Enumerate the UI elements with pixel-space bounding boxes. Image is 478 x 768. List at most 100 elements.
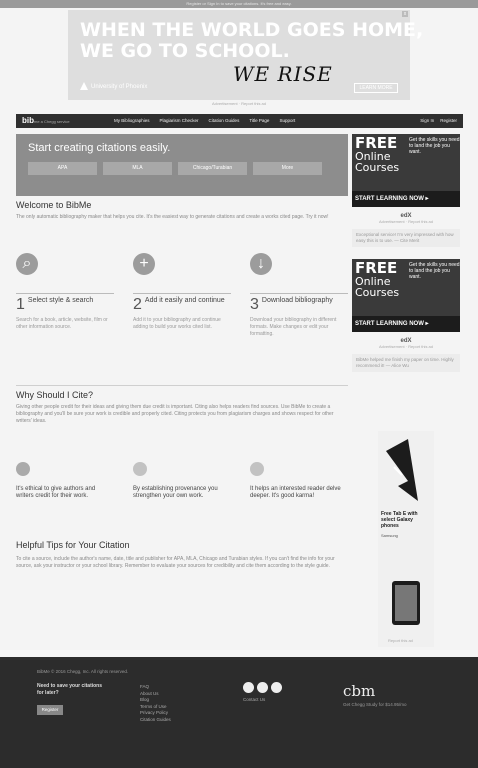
step-label: Select style & search [27,297,94,304]
testimonial-2: BibMe helped me finish my paper on time.… [352,354,460,372]
plus-icon: + [133,253,155,275]
footer-links: FAQ About Us Blog Terms of Use Privacy P… [140,684,171,723]
top-banner-ad[interactable]: x WHEN THE WORLD GOES HOME, WE GO TO SCH… [68,10,423,100]
bibme-logo[interactable]: bibme a Chegg service [22,116,70,125]
step-desc: Download your bibliography in different … [250,317,337,337]
step-3: ↓ 3 Download bibliography Download your … [250,253,348,338]
chegg-promo: Get Chegg Study for $14.95/mo [343,702,407,707]
phone-ad-title: Free Tab E with select Galaxy phones [381,511,418,529]
check-icon [133,462,147,476]
footer-register-button[interactable]: Register [37,705,63,715]
ad-note: Advertisement · Report this ad [378,344,434,349]
ad-cta[interactable]: START LEARNING NOW ▸ [352,191,460,207]
footer-save-prompt: Need to save your citations for later? [37,683,103,696]
footer-link-privacy[interactable]: Privacy Policy [140,710,171,717]
globe-icon [16,462,30,476]
why-item-text: It helps an interested reader delve deep… [250,486,341,499]
style-button-apa[interactable]: APA [28,162,97,175]
ad-note: Advertisement · Report this ad [211,101,267,106]
phone-ad-sub: Samsung [381,533,398,538]
welcome-text: The only automatic bibliography maker th… [16,214,329,220]
style-button-more[interactable]: More [253,162,322,175]
tips-section: Helpful Tips for Your Citation To cite a… [16,540,348,570]
tips-text: To cite a source, include the author's n… [16,556,335,569]
style-buttons: APA MLA Chicago/Turabian More [28,162,322,175]
hero-title: Start creating citations easily. [28,142,171,154]
ad-side-text: Get the skills you need to land the job … [409,137,460,155]
logo-subtext: me a Chegg service [34,119,70,124]
step-label: Add it easily and continue [144,297,225,304]
heart-icon [250,462,264,476]
why-section: Why Should I Cite? Giving other people c… [16,385,348,425]
why-item-3: It helps an interested reader delve deep… [250,462,348,500]
step-label: Download bibliography [261,297,333,304]
sidebar: FREE Online Courses Get the skills you ne… [352,134,460,372]
ad-courses-word: Courses [355,161,400,174]
sidebar-ad-2[interactable]: FREE Online Courses Get the skills you ne… [352,259,460,332]
nav-link-support[interactable]: Support [279,118,295,123]
step-desc: Add it to your bibliography and continue… [133,317,221,330]
ad-side-text: Get the skills you need to land the job … [409,262,460,280]
why-title: Why Should I Cite? [16,390,94,400]
nav-link-plagiarism-checker[interactable]: Plagiarism Checker [160,118,199,123]
contact-link[interactable]: Contact Us [243,697,265,702]
logo-text: bib [22,116,34,125]
ad-headline-line-2: WE GO TO SCHOOL. [80,40,290,62]
nav-link-title-page[interactable]: Title Page [249,118,269,123]
ad-cta[interactable]: START LEARNING NOW ▸ [352,316,460,332]
chegg-logo[interactable]: cbm [343,682,375,700]
welcome-section: Welcome to BibMe The only automatic bibl… [16,200,348,221]
facebook-icon[interactable] [243,682,254,693]
ad-headline-line-1: WHEN THE WORLD GOES HOME, [80,19,424,41]
nav-link-citation-guides[interactable]: Citation Guides [209,118,240,123]
sign-in-link[interactable]: Sign In [420,118,434,123]
step-number: 2 [133,296,142,313]
nav-link-my-bibliographies[interactable]: My Bibliographies [114,118,150,123]
style-button-mla[interactable]: MLA [103,162,172,175]
ad-headline: WHEN THE WORLD GOES HOME, WE GO TO SCHOO… [80,20,423,62]
phone-ad-note: Report this ad [388,638,413,643]
citation-hero: Start creating citations easily. APA MLA… [16,134,348,196]
instagram-icon[interactable] [271,682,282,693]
style-button-chicago[interactable]: Chicago/Turabian [178,162,247,175]
step-number: 1 [16,296,25,313]
ad-online-text: Online Courses [355,151,399,173]
university-logo-icon [80,82,88,90]
footer: BibMe © 2016 Chegg, Inc. All rights rese… [0,657,478,768]
sidebar-ad-1[interactable]: FREE Online Courses Get the skills you ne… [352,134,460,207]
ad-free-text: FREE [355,134,398,152]
ad-cta-button[interactable]: LEARN MORE [354,83,398,93]
main-nav: bibme a Chegg service My Bibliographies … [16,114,463,128]
welcome-title: Welcome to BibMe [16,200,92,210]
why-items: It's ethical to give authors and writers… [16,462,348,500]
step-number: 3 [250,296,259,313]
nav-links: My Bibliographies Plagiarism Checker Cit… [114,118,295,123]
ad-online-text: Online Courses [355,276,399,298]
ad-close-icon[interactable]: x [402,11,408,17]
footer-link-citation-guides[interactable]: Citation Guides [140,717,171,724]
testimonial-1: Exceptional service! I'm very impressed … [352,229,460,247]
ad-note: Advertisement · Report this ad [378,219,434,224]
twitter-icon[interactable] [257,682,268,693]
phone-ad[interactable]: Free Tab E with select Galaxy phones Sam… [378,431,434,647]
ad-courses-word: Courses [355,286,400,299]
why-item-text: It's ethical to give authors and writers… [16,486,96,499]
top-notice-bar: Register or Sign In to save your citatio… [0,0,478,8]
why-item-text: By establishing provenance you strengthe… [133,486,218,499]
register-link[interactable]: Register [440,118,457,123]
step-1: ⌕ 1 Select style & search Search for a b… [16,253,114,338]
tips-title: Helpful Tips for Your Citation [16,540,130,550]
why-item-2: By establishing provenance you strengthe… [133,462,231,500]
why-item-1: It's ethical to give authors and writers… [16,462,114,500]
social-icons [243,682,282,693]
search-icon: ⌕ [16,253,38,275]
ad-tagline: WE RISE [233,62,333,86]
step-desc: Search for a book, article, website, fil… [16,317,108,330]
auth-links: Sign In Register [420,118,457,123]
phone-ad-graphic [386,439,420,625]
top-notice-text: Register or Sign In to save your citatio… [186,1,292,6]
ad-free-text: FREE [355,259,398,277]
download-icon: ↓ [250,253,272,275]
steps-row: ⌕ 1 Select style & search Search for a b… [16,253,348,338]
ad-sponsor: University of Phoenix [91,84,148,90]
